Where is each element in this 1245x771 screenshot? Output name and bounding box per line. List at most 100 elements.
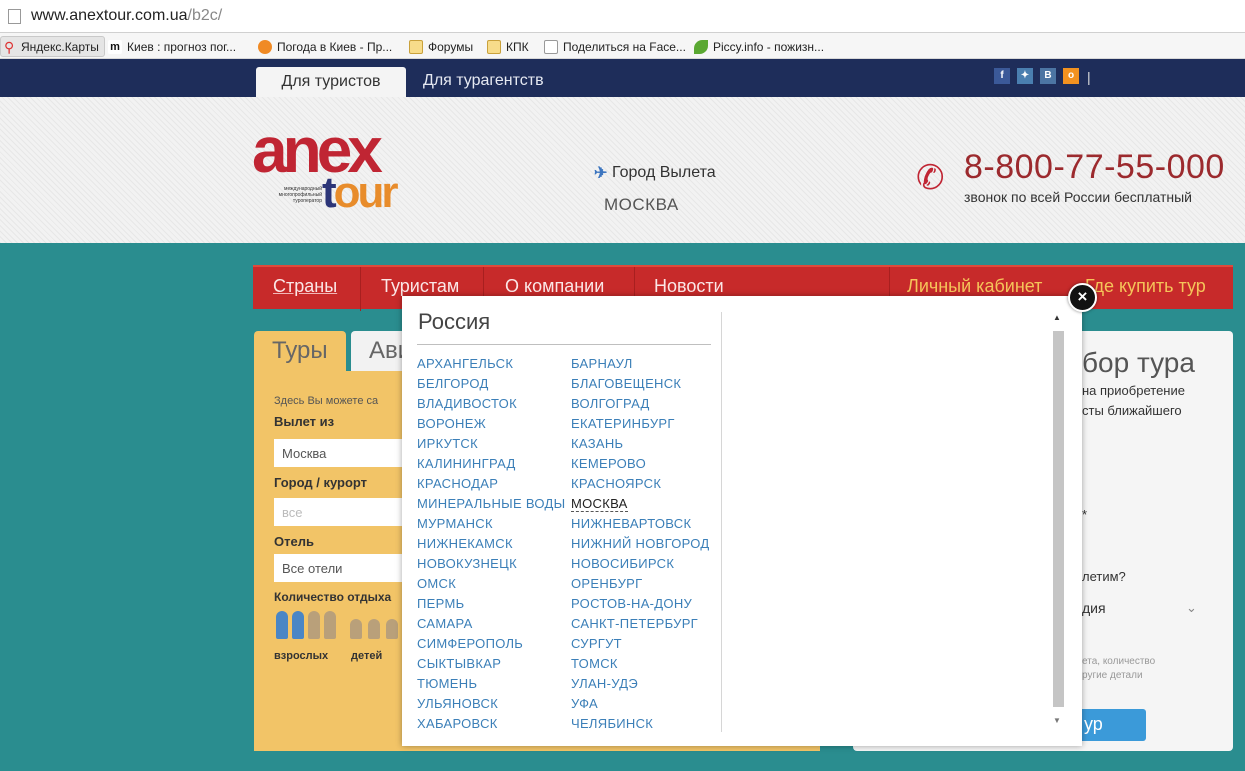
city-option[interactable]: ЧЕЛЯБИНСК [571,716,653,731]
city-option[interactable]: БАРНАУЛ [571,356,633,371]
child-person-icon[interactable] [368,619,380,639]
tour-selection-text: сты ближайшего [1082,403,1182,418]
scroll-down-icon[interactable]: ▼ [1053,716,1061,725]
bookmark-weather[interactable]: Погода в Киев - Пр... [258,37,392,56]
bookmarks-bar: ⚲ Яндекс.Карты m Киев : прогноз пог... Пог… [0,33,1245,59]
menu-news[interactable]: Новости [654,276,724,297]
bookmark-kpk[interactable]: КПК [487,37,529,56]
city-option[interactable]: КРАСНОЯРСК [571,476,661,491]
city-option[interactable]: САНКТ-ПЕТЕРБУРГ [571,616,698,631]
city-option[interactable]: ТЮМЕНЬ [417,676,477,691]
city-option[interactable]: АРХАНГЕЛЬСК [417,356,513,371]
sun-icon [258,39,272,54]
city-option[interactable]: КАЗАНЬ [571,436,623,451]
adult-person-icon[interactable] [324,611,336,639]
tab-for-tourists[interactable]: Для туристов [256,67,406,99]
child-person-icon[interactable] [386,619,398,639]
chevron-down-icon[interactable]: ⌄ [1186,600,1197,616]
city-option[interactable]: ХАБАРОВСК [417,716,498,731]
city-option[interactable]: МИНЕРАЛЬНЫЕ ВОДЫ [417,496,565,511]
city-option[interactable]: КРАСНОДАР [417,476,498,491]
bookmark-label: КПК [506,39,529,54]
phone-icon: ✆ [916,159,945,197]
city-option[interactable]: ПЕРМЬ [417,596,464,611]
menu-where-to-buy[interactable]: Где купить тур [1085,276,1206,297]
close-icon[interactable]: × [1068,283,1097,312]
city-option[interactable]: НИЖНЕКАМСК [417,536,513,551]
city-option[interactable]: СУРГУТ [571,636,622,651]
city-option[interactable]: КЕМЕРОВО [571,456,646,471]
logo-tour-rest: our [333,168,399,217]
city-option[interactable]: РОСТОВ-НА-ДОНУ [571,596,692,611]
departure-city-value[interactable]: МОСКВА [604,195,679,215]
city-option[interactable]: НИЖНИЙ НОВГОРОД [571,536,710,551]
menu-personal-cabinet[interactable]: Личный кабинет [907,276,1042,297]
city-option[interactable]: НИЖНЕВАРТОВСК [571,516,691,531]
phone-number: 8-800-77-55-000 [964,148,1225,186]
city-option[interactable]: ТОМСК [571,656,618,671]
city-option[interactable]: БЛАГОВЕЩЕНСК [571,376,681,391]
adult-person-icon[interactable] [308,611,320,639]
pick-tour-button[interactable]: ур [1072,709,1146,741]
city-option[interactable]: ОМСК [417,576,456,591]
city-option[interactable]: МУРМАНСК [417,516,493,531]
scroll-up-icon[interactable]: ▲ [1053,313,1061,322]
city-option[interactable]: БЕЛГОРОД [417,376,489,391]
resort-input[interactable]: все [274,498,414,526]
from-select[interactable]: Москва [274,439,414,467]
city-option[interactable]: УФА [571,696,598,711]
bookmark-label: Яндекс.Карты [21,39,99,54]
menu-about[interactable]: О компании [505,276,604,297]
map-pin-icon: ⚲ [4,38,15,55]
city-option[interactable]: ИРКУТСК [417,436,478,451]
city-option[interactable]: САМАРА [417,616,473,631]
facebook-icon[interactable]: f [994,68,1010,84]
bookmark-facebook-share[interactable]: Поделиться на Face... [544,37,686,56]
bookmark-label: Форумы [428,39,474,54]
meteo-icon: m [108,39,122,54]
bookmark-label: Киев : прогноз пог... [127,39,237,54]
from-label: Вылет из [274,414,335,429]
city-option[interactable]: УЛЬЯНОВСК [417,696,498,711]
city-option[interactable]: СИМФЕРОПОЛЬ [417,636,523,651]
twitter-icon[interactable]: ✦ [1017,68,1033,84]
url-path: /b2c/ [187,7,223,24]
tab-for-agents[interactable]: Для турагентств [423,72,544,90]
bookmark-piccy[interactable]: Piccy.info - пожизн... [694,37,824,56]
adult-person-icon[interactable] [292,611,304,639]
hotel-select[interactable]: Все отели [274,554,414,582]
city-option[interactable]: МОСКВА [571,496,628,512]
destination-select[interactable]: дия [1082,600,1106,616]
address-bar[interactable]: www.anextour.com.ua/b2c/ [0,0,1245,33]
tab-tours[interactable]: Туры [254,331,346,371]
city-option[interactable]: СЫКТЫВКАР [417,656,501,671]
city-option[interactable]: НОВОКУЗНЕЦК [417,556,517,571]
city-option[interactable]: ВЛАДИВОСТОК [417,396,517,411]
page-icon [544,39,558,54]
adults-label: взрослых [274,650,329,662]
menu-tourists[interactable]: Туристам [381,276,459,297]
departure-city-label[interactable]: Город Вылета [612,164,716,182]
city-option[interactable]: ВОРОНЕЖ [417,416,486,431]
bookmark-yandex-maps[interactable]: ⚲ Яндекс.Карты [0,36,105,57]
bookmark-forums[interactable]: Форумы [409,37,473,56]
city-option[interactable]: КАЛИНИНГРАД [417,456,516,471]
scrollbar-thumb[interactable] [1053,331,1064,707]
bookmark-meteo[interactable]: m Киев : прогноз пог... [108,37,236,56]
city-option[interactable]: ОРЕНБУРГ [571,576,642,591]
child-person-icon[interactable] [350,619,362,639]
vk-icon[interactable]: В [1040,68,1056,84]
city-option[interactable]: УЛАН-УДЭ [571,676,638,691]
city-option[interactable]: ВОЛГОГРАД [571,396,650,411]
city-option[interactable]: ЕКАТЕРИНБУРГ [571,416,675,431]
destination-question: летим? [1082,569,1126,584]
city-option[interactable]: НОВОСИБИРСК [571,556,674,571]
menu-countries[interactable]: Страны [273,276,337,297]
adult-person-icon[interactable] [276,611,288,639]
url-text[interactable]: www.anextour.com.ua/b2c/ [31,7,222,25]
logo-tour[interactable]: tour [322,168,399,217]
odnoklassniki-icon[interactable]: о [1063,68,1079,84]
required-star: * [1082,507,1088,522]
menu-divider [360,267,361,311]
bookmark-label: Piccy.info - пожизн... [713,39,825,54]
